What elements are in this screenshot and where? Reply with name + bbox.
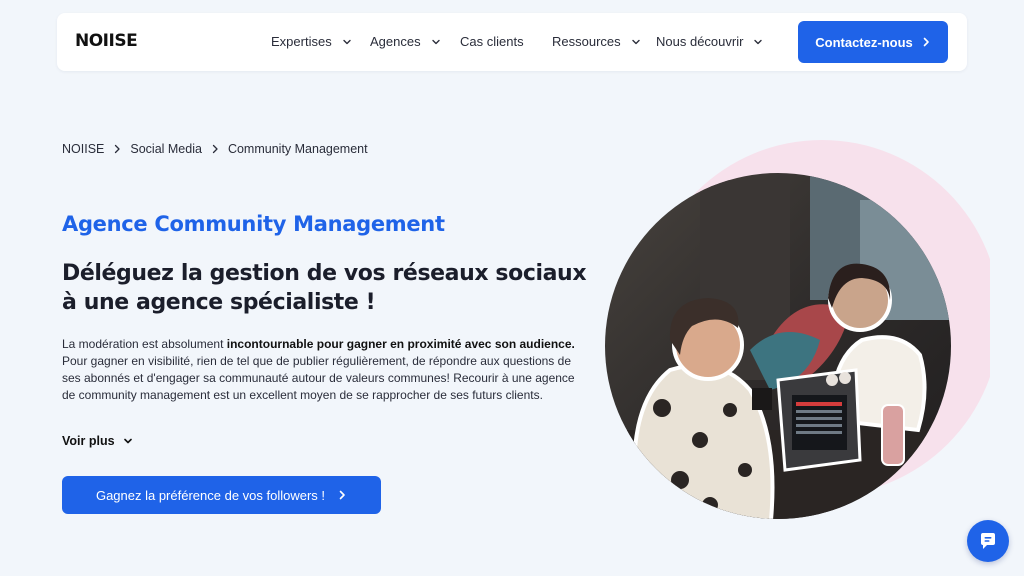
breadcrumb: NOIISE Social Media Community Management [62, 142, 368, 156]
nav-item-label: Cas clients [460, 34, 524, 49]
page-title: Déléguez la gestion de vos réseaux socia… [62, 259, 602, 317]
intro-paragraph: La modération est absolument incontourna… [62, 336, 578, 404]
chat-widget-button[interactable] [967, 520, 1009, 562]
read-more-label: Voir plus [62, 434, 115, 448]
chevron-down-icon [631, 39, 640, 44]
contact-button[interactable]: Contactez-nous [798, 21, 948, 63]
title-line-2: à une agence spécialiste ! [62, 290, 376, 315]
intro-text-start: La modération est absolument [62, 337, 227, 351]
chat-bubble-icon [981, 533, 995, 549]
page-eyebrow: Agence Community Management [62, 212, 445, 236]
chevron-down-icon [754, 39, 763, 44]
hero-image [605, 140, 990, 519]
chevron-right-icon [923, 37, 929, 47]
nav-item-agences[interactable]: Agences [370, 34, 442, 49]
followers-cta-label: Gagnez la préférence de vos followers ! [95, 487, 326, 503]
nav-item-cas-clients[interactable]: Cas clients [460, 34, 524, 49]
intro-text-highlight: incontournable pour gagner en proximité … [226, 337, 575, 351]
title-line-1: Déléguez la gestion de vos réseaux socia… [62, 261, 587, 286]
nav-item-label: Expertises [271, 34, 332, 49]
chevron-down-icon [343, 39, 351, 44]
followers-cta-button[interactable]: Gagnez la préférence de vos followers ! [62, 476, 381, 514]
breadcrumb-current: Community Management [227, 142, 368, 156]
nav-item-expertises[interactable]: Expertises [271, 34, 353, 49]
chevron-right-icon [339, 490, 345, 500]
nav-item-label: Nous découvrir [656, 34, 744, 49]
nav-item-ressources[interactable]: Ressources [552, 34, 642, 49]
read-more-toggle[interactable]: Voir plus [62, 434, 134, 448]
contact-button-label: Contactez-nous [815, 34, 913, 50]
breadcrumb-home[interactable]: NOIISE [62, 142, 104, 156]
nav-item-nous-decouvrir[interactable]: Nous découvrir [656, 34, 764, 49]
chevron-right-icon [115, 144, 121, 154]
brand-logo[interactable]: NOIISE [75, 31, 138, 51]
top-navbar: NOIISE Expertises Agences Cas clients Re… [57, 13, 967, 71]
chevron-down-icon [123, 438, 132, 444]
chevron-right-icon [212, 144, 218, 154]
intro-text-end: Pour gagner en visibilité, rien de tel q… [62, 354, 575, 402]
nav-item-label: Ressources [552, 34, 621, 49]
nav-item-label: Agences [370, 34, 421, 49]
breadcrumb-social-media[interactable]: Social Media [130, 142, 202, 156]
chevron-down-icon [431, 39, 440, 44]
